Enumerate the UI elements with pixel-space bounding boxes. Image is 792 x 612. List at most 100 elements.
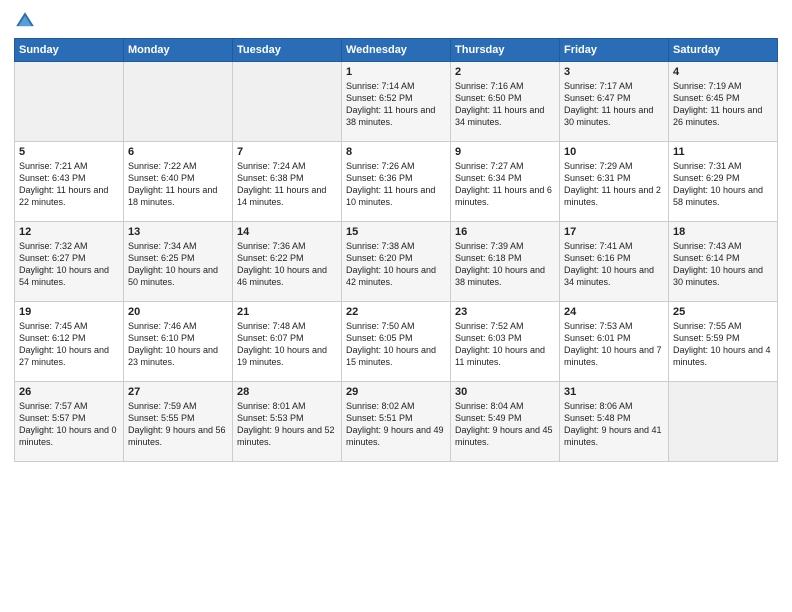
day-details: Sunrise: 7:48 AM Sunset: 6:07 PM Dayligh… [237, 320, 337, 369]
calendar-cell [124, 62, 233, 142]
day-number: 1 [346, 66, 446, 78]
calendar-table: SundayMondayTuesdayWednesdayThursdayFrid… [14, 38, 778, 462]
day-details: Sunrise: 7:24 AM Sunset: 6:38 PM Dayligh… [237, 160, 337, 209]
day-details: Sunrise: 7:50 AM Sunset: 6:05 PM Dayligh… [346, 320, 446, 369]
day-details: Sunrise: 8:02 AM Sunset: 5:51 PM Dayligh… [346, 400, 446, 449]
header [14, 10, 778, 32]
calendar-cell: 7 Sunrise: 7:24 AM Sunset: 6:38 PM Daylig… [233, 142, 342, 222]
week-row-5: 26 Sunrise: 7:57 AM Sunset: 5:57 PM Dayli… [15, 382, 778, 462]
day-number: 18 [673, 226, 773, 238]
day-number: 25 [673, 306, 773, 318]
day-number: 6 [128, 146, 228, 158]
day-number: 4 [673, 66, 773, 78]
day-number: 28 [237, 386, 337, 398]
calendar-cell [669, 382, 778, 462]
calendar-cell: 28 Sunrise: 8:01 AM Sunset: 5:53 PM Dayli… [233, 382, 342, 462]
logo [14, 10, 40, 32]
day-details: Sunrise: 7:43 AM Sunset: 6:14 PM Dayligh… [673, 240, 773, 289]
day-number: 16 [455, 226, 555, 238]
logo-icon [14, 10, 36, 32]
day-number: 20 [128, 306, 228, 318]
calendar-cell: 24Sunrise: 7:53 AM Sunset: 6:01 PM Dayli… [560, 302, 669, 382]
calendar-cell: 21 Sunrise: 7:48 AM Sunset: 6:07 PM Dayli… [233, 302, 342, 382]
day-number: 15 [346, 226, 446, 238]
weekday-header-row: SundayMondayTuesdayWednesdayThursdayFrid… [15, 39, 778, 62]
day-number: 3 [564, 66, 664, 78]
week-row-3: 12 Sunrise: 7:32 AM Sunset: 6:27 PM Dayli… [15, 222, 778, 302]
day-details: Sunrise: 7:41 AM Sunset: 6:16 PM Dayligh… [564, 240, 664, 289]
calendar-cell: 1 Sunrise: 7:14 AM Sunset: 6:52 PM Daylig… [342, 62, 451, 142]
calendar-cell: 15 Sunrise: 7:38 AM Sunset: 6:20 PM Dayli… [342, 222, 451, 302]
day-details: Sunrise: 7:29 AM Sunset: 6:31 PM Dayligh… [564, 160, 664, 209]
day-details: Sunrise: 7:36 AM Sunset: 6:22 PM Dayligh… [237, 240, 337, 289]
week-row-2: 5 Sunrise: 7:21 AM Sunset: 6:43 PM Daylig… [15, 142, 778, 222]
calendar-cell: 19Sunrise: 7:45 AM Sunset: 6:12 PM Dayli… [15, 302, 124, 382]
day-number: 21 [237, 306, 337, 318]
calendar-cell: 14Sunrise: 7:36 AM Sunset: 6:22 PM Dayli… [233, 222, 342, 302]
day-details: Sunrise: 7:14 AM Sunset: 6:52 PM Dayligh… [346, 80, 446, 129]
day-number: 26 [19, 386, 119, 398]
calendar-cell: 23Sunrise: 7:52 AM Sunset: 6:03 PM Dayli… [451, 302, 560, 382]
day-number: 10 [564, 146, 664, 158]
weekday-header-wednesday: Wednesday [342, 39, 451, 62]
calendar-cell [233, 62, 342, 142]
calendar-cell: 30 Sunrise: 8:04 AM Sunset: 5:49 PM Dayli… [451, 382, 560, 462]
day-details: Sunrise: 7:59 AM Sunset: 5:55 PM Dayligh… [128, 400, 228, 449]
day-number: 17 [564, 226, 664, 238]
day-details: Sunrise: 7:27 AM Sunset: 6:34 PM Dayligh… [455, 160, 555, 209]
calendar-cell: 26 Sunrise: 7:57 AM Sunset: 5:57 PM Dayli… [15, 382, 124, 462]
day-details: Sunrise: 7:45 AM Sunset: 6:12 PM Dayligh… [19, 320, 119, 369]
day-number: 23 [455, 306, 555, 318]
calendar-cell: 27 Sunrise: 7:59 AM Sunset: 5:55 PM Dayli… [124, 382, 233, 462]
day-number: 7 [237, 146, 337, 158]
calendar-cell: 13Sunrise: 7:34 AM Sunset: 6:25 PM Dayli… [124, 222, 233, 302]
calendar-cell: 11 Sunrise: 7:31 AM Sunset: 6:29 PM Dayli… [669, 142, 778, 222]
day-details: Sunrise: 7:38 AM Sunset: 6:20 PM Dayligh… [346, 240, 446, 289]
weekday-header-thursday: Thursday [451, 39, 560, 62]
day-details: Sunrise: 8:06 AM Sunset: 5:48 PM Dayligh… [564, 400, 664, 449]
calendar-cell: 22 Sunrise: 7:50 AM Sunset: 6:05 PM Dayli… [342, 302, 451, 382]
day-details: Sunrise: 7:21 AM Sunset: 6:43 PM Dayligh… [19, 160, 119, 209]
calendar-body: 1 Sunrise: 7:14 AM Sunset: 6:52 PM Daylig… [15, 62, 778, 462]
weekday-header-monday: Monday [124, 39, 233, 62]
day-details: Sunrise: 7:17 AM Sunset: 6:47 PM Dayligh… [564, 80, 664, 129]
day-details: Sunrise: 8:01 AM Sunset: 5:53 PM Dayligh… [237, 400, 337, 449]
day-number: 30 [455, 386, 555, 398]
day-details: Sunrise: 7:39 AM Sunset: 6:18 PM Dayligh… [455, 240, 555, 289]
day-number: 27 [128, 386, 228, 398]
day-number: 11 [673, 146, 773, 158]
day-details: Sunrise: 7:19 AM Sunset: 6:45 PM Dayligh… [673, 80, 773, 129]
day-number: 22 [346, 306, 446, 318]
day-number: 24 [564, 306, 664, 318]
day-details: Sunrise: 8:04 AM Sunset: 5:49 PM Dayligh… [455, 400, 555, 449]
weekday-header-sunday: Sunday [15, 39, 124, 62]
day-details: Sunrise: 7:57 AM Sunset: 5:57 PM Dayligh… [19, 400, 119, 449]
week-row-1: 1 Sunrise: 7:14 AM Sunset: 6:52 PM Daylig… [15, 62, 778, 142]
calendar-cell: 9Sunrise: 7:27 AM Sunset: 6:34 PM Daylig… [451, 142, 560, 222]
day-details: Sunrise: 7:46 AM Sunset: 6:10 PM Dayligh… [128, 320, 228, 369]
day-number: 12 [19, 226, 119, 238]
weekday-header-tuesday: Tuesday [233, 39, 342, 62]
calendar-cell: 17 Sunrise: 7:41 AM Sunset: 6:16 PM Dayli… [560, 222, 669, 302]
week-row-4: 19Sunrise: 7:45 AM Sunset: 6:12 PM Dayli… [15, 302, 778, 382]
day-details: Sunrise: 7:26 AM Sunset: 6:36 PM Dayligh… [346, 160, 446, 209]
calendar-cell: 8 Sunrise: 7:26 AM Sunset: 6:36 PM Daylig… [342, 142, 451, 222]
calendar-cell: 29Sunrise: 8:02 AM Sunset: 5:51 PM Dayli… [342, 382, 451, 462]
calendar-cell: 2Sunrise: 7:16 AM Sunset: 6:50 PM Daylig… [451, 62, 560, 142]
calendar-cell [15, 62, 124, 142]
calendar-cell: 12 Sunrise: 7:32 AM Sunset: 6:27 PM Dayli… [15, 222, 124, 302]
weekday-header-friday: Friday [560, 39, 669, 62]
calendar-cell: 16 Sunrise: 7:39 AM Sunset: 6:18 PM Dayli… [451, 222, 560, 302]
day-details: Sunrise: 7:32 AM Sunset: 6:27 PM Dayligh… [19, 240, 119, 289]
calendar-cell: 3 Sunrise: 7:17 AM Sunset: 6:47 PM Daylig… [560, 62, 669, 142]
calendar-cell: 5 Sunrise: 7:21 AM Sunset: 6:43 PM Daylig… [15, 142, 124, 222]
day-details: Sunrise: 7:31 AM Sunset: 6:29 PM Dayligh… [673, 160, 773, 209]
calendar-cell: 31Sunrise: 8:06 AM Sunset: 5:48 PM Dayli… [560, 382, 669, 462]
day-number: 8 [346, 146, 446, 158]
calendar-container: SundayMondayTuesdayWednesdayThursdayFrid… [0, 0, 792, 612]
day-number: 2 [455, 66, 555, 78]
calendar-cell: 20 Sunrise: 7:46 AM Sunset: 6:10 PM Dayli… [124, 302, 233, 382]
day-number: 5 [19, 146, 119, 158]
calendar-cell: 4 Sunrise: 7:19 AM Sunset: 6:45 PM Daylig… [669, 62, 778, 142]
calendar-cell: 25Sunrise: 7:55 AM Sunset: 5:59 PM Dayli… [669, 302, 778, 382]
